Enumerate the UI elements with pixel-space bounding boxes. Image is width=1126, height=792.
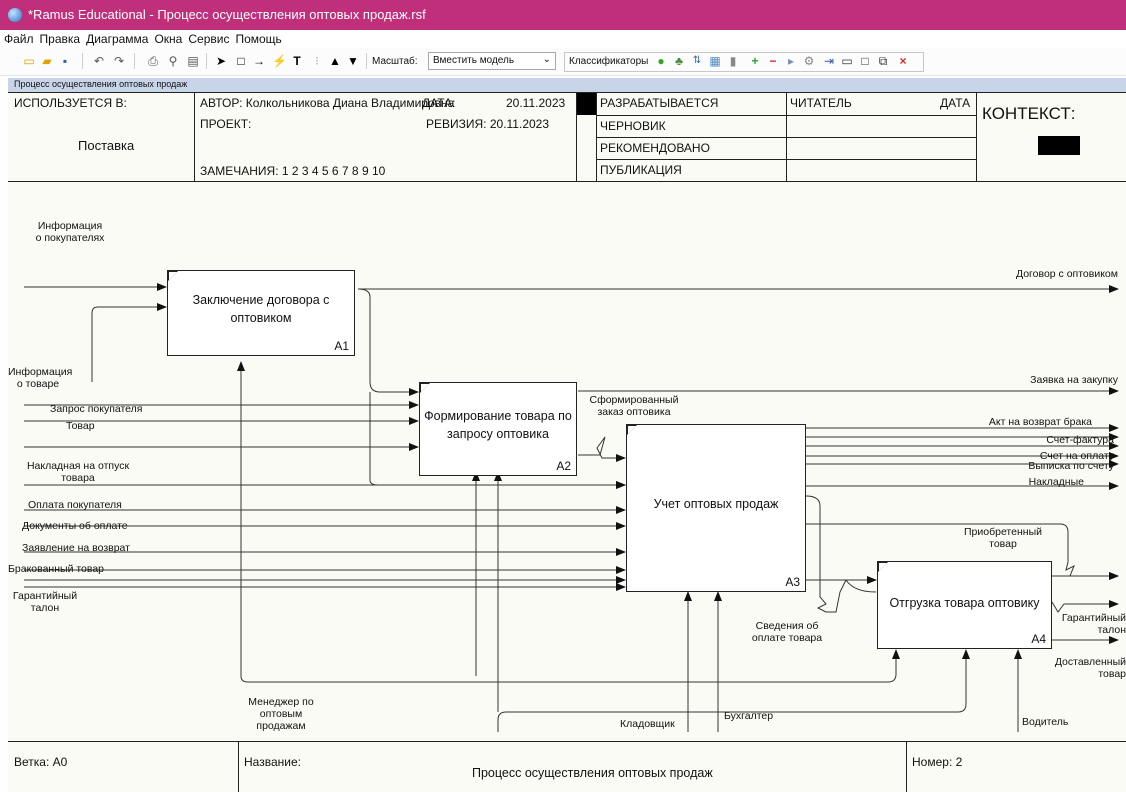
arrow-label-defective: Бракованный товар xyxy=(8,563,105,575)
box-tool-icon[interactable]: □ xyxy=(234,54,248,68)
activity-number-a3: A3 xyxy=(785,575,800,589)
activity-number-a1: A1 xyxy=(334,339,349,353)
activity-name-a2: Формирование товара по запросу оптовика xyxy=(424,409,572,441)
arrow-label-purchased-goods: Приобретенный товар xyxy=(964,526,1042,550)
arrow-label-waybill: Накладная на отпуск товара xyxy=(26,460,130,484)
pointer-tool-icon[interactable]: ➤ xyxy=(214,54,228,68)
print-icon[interactable]: ⎙ xyxy=(146,54,160,68)
move-down-icon[interactable]: ▼ xyxy=(346,54,360,68)
text-tool-icon[interactable]: T xyxy=(290,54,304,68)
menu-diagram[interactable]: Диаграмма xyxy=(82,30,150,46)
window-cascade-icon[interactable]: ▭ xyxy=(840,54,854,68)
arrow-label-manager: Менеджер по оптовым продажам xyxy=(248,696,314,732)
activity-number-a4: A4 xyxy=(1031,632,1046,646)
squiggle-tool-icon[interactable]: ⚡ xyxy=(272,54,287,68)
arrow-label-goods: Товар xyxy=(66,420,95,432)
arrow-label-return-request: Заявление на возврат xyxy=(22,542,130,554)
classifiers-button[interactable]: Классификаторы xyxy=(569,56,648,67)
new-file-icon[interactable]: ▭ xyxy=(22,54,36,68)
redo-icon[interactable]: ↷ xyxy=(112,54,126,68)
activity-box-a4[interactable]: Отгрузка товара оптовику A4 xyxy=(877,561,1052,649)
arrow-label-formed-order: Сформированный заказ оптовика xyxy=(589,394,679,418)
chevron-down-icon: ⌄ xyxy=(542,54,551,65)
arrow-label-delivered: Доставленный товар xyxy=(1054,656,1126,680)
activity-name-a1: Заключение договора с оптовиком xyxy=(192,293,330,325)
zoom-label: Масштаб: xyxy=(372,56,418,67)
print-setup-icon[interactable]: ▤ xyxy=(186,54,200,68)
arrow-label-invoice: Счет-фактура xyxy=(1046,434,1114,446)
arrow-label-driver: Водитель xyxy=(1022,716,1069,728)
minus-icon[interactable]: − xyxy=(766,54,780,68)
connect-icon[interactable]: ⇥ xyxy=(822,54,836,68)
print-preview-icon[interactable]: ⚲ xyxy=(166,54,180,68)
zoom-select-value: Вместить модель xyxy=(433,55,515,66)
activity-box-a3[interactable]: Учет оптовых продаж A3 xyxy=(626,424,806,592)
arrow-label-defect-return-act: Акт на возврат брака xyxy=(988,416,1092,428)
arrow-label-contract: Договор с оптовиком xyxy=(1015,268,1118,280)
menu-service[interactable]: Сервис xyxy=(184,30,231,46)
app-logo-icon xyxy=(8,8,22,22)
close-icon[interactable]: × xyxy=(896,54,910,68)
menu-edit[interactable]: Правка xyxy=(36,30,83,46)
arrow-label-waybills: Накладные xyxy=(1028,476,1084,488)
chart-icon[interactable]: ▦ xyxy=(708,54,722,68)
plus-icon[interactable]: + xyxy=(748,54,762,68)
arrow-label-info-buyers: Информация о покупателях xyxy=(35,220,105,244)
arrow-label-storekeeper: Кладовщик xyxy=(620,718,675,730)
menu-file[interactable]: Файл xyxy=(0,30,36,46)
activity-number-a2: A2 xyxy=(556,459,571,473)
export-icon[interactable]: ▸ xyxy=(784,54,798,68)
arrow-tool-icon[interactable]: → xyxy=(252,54,266,68)
diagram-canvas[interactable]: ИСПОЛЬЗУЕТСЯ В: Поставка АВТОР: Колкольн… xyxy=(8,92,1126,792)
sort-az-icon[interactable]: ⇅ xyxy=(690,54,704,68)
arrow-label-request-buyer: Запрос покупателя xyxy=(50,403,143,415)
window-edit-icon[interactable]: ⧉ xyxy=(876,54,890,68)
activity-box-a2[interactable]: Формирование товара по запросу оптовика … xyxy=(419,382,577,476)
arrow-label-payment-docs: Документы об оплате xyxy=(22,520,128,532)
arrow-label-warranty-out: Гарантийный талон xyxy=(1061,612,1126,636)
window-icon[interactable]: □ xyxy=(858,54,872,68)
tab-diagram[interactable]: Процесс осуществления оптовых продаж xyxy=(8,78,1126,92)
menu-windows[interactable]: Окна xyxy=(150,30,184,46)
grid-icon[interactable]: ⁝ xyxy=(310,54,324,68)
save-icon[interactable]: ▪ xyxy=(58,54,72,68)
undo-icon[interactable]: ↶ xyxy=(92,54,106,68)
move-up-icon[interactable]: ▲ xyxy=(328,54,342,68)
open-folder-icon[interactable]: ▰ xyxy=(40,54,54,68)
arrow-label-accountant: Бухгалтер xyxy=(724,710,774,722)
toolbar: ▭ ▰ ▪ ↶ ↷ ⎙ ⚲ ▤ ➤ □ → ⚡ T ⁝ ▲ ▼ Масштаб:… xyxy=(0,48,1126,76)
activity-name-a4: Отгрузка товара оптовику xyxy=(889,596,1040,610)
arrow-label-purchase-request: Заявка на закупку xyxy=(1030,374,1118,386)
zoom-select[interactable]: Вместить модель ⌄ xyxy=(428,52,556,70)
tree-icon[interactable]: ♣ xyxy=(672,54,686,68)
arrow-label-statement: Выписка по счету xyxy=(1028,460,1114,472)
database-icon[interactable]: ▮ xyxy=(726,54,740,68)
arrow-label-payment-info: Сведения об оплате товара xyxy=(751,620,823,644)
arrow-label-payment-buyer: Оплата покупателя xyxy=(28,499,122,511)
arrow-label-info-goods: Информация о товаре xyxy=(8,366,73,390)
arrow-label-warranty: Гарантийный талон xyxy=(12,590,78,614)
activity-box-a1[interactable]: Заключение договора с оптовиком A1 xyxy=(167,270,355,356)
settings-icon[interactable]: ⚙ xyxy=(802,54,816,68)
add-green-icon[interactable]: ● xyxy=(654,54,668,68)
menu-help[interactable]: Помощь xyxy=(231,30,283,46)
title-bar: *Ramus Educational - Процесс осуществлен… xyxy=(0,0,1126,30)
menu-bar: Файл Правка Диаграмма Окна Сервис Помощь xyxy=(0,30,1126,48)
window-title: *Ramus Educational - Процесс осуществлен… xyxy=(28,7,426,22)
activity-name-a3: Учет оптовых продаж xyxy=(653,497,779,511)
